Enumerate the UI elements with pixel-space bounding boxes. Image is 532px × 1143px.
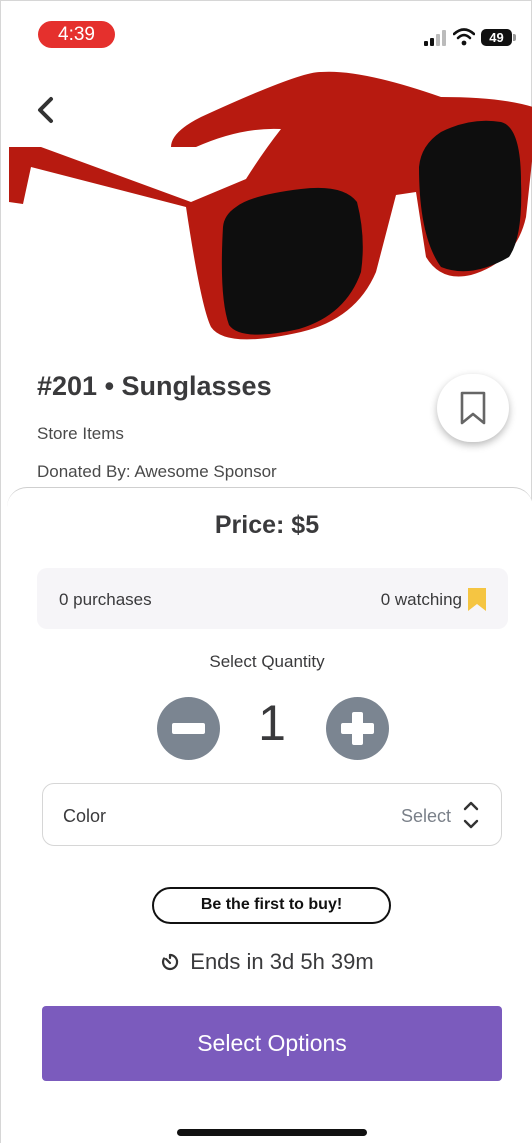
bookmark-icon [460,391,486,425]
minus-circle-icon [172,723,205,734]
quantity-value: 1 [258,695,286,751]
item-title: #201 • Sunglasses [37,371,272,401]
stats-box: 0 purchases 0 watching [37,568,508,629]
status-bar: 4:39 49 [1,1,532,57]
quantity-increase-button[interactable] [326,697,389,760]
wifi-icon [453,28,475,46]
first-buyer-badge: Be the first to buy! [152,887,391,924]
battery-nub [513,34,516,41]
select-options-button[interactable]: Select Options [42,1006,502,1081]
item-donor: Donated By: Awesome Sponsor [37,462,277,481]
item-category: Store Items [37,424,124,443]
cellular-signal-icon [424,30,446,46]
battery-indicator: 49 [481,29,512,46]
timer-icon [162,953,179,971]
back-button[interactable] [29,93,63,127]
chevron-up-down-icon [463,801,479,829]
bookmark-button[interactable] [437,374,509,442]
color-select-value: Select [400,806,451,826]
watching-count: 0 watching [380,590,462,609]
phone-screen: 4:39 49 #201 • Sunglasses Store Items Do… [0,0,532,1143]
plus-vertical-bar [352,712,363,745]
end-time-label: Ends in 3d 5h 39m [190,949,374,974]
color-select-label: Color [63,806,107,826]
end-time: Ends in 3d 5h 39m [1,949,532,978]
quantity-label: Select Quantity [209,652,325,671]
color-select[interactable]: Color Select [42,783,502,846]
quantity-decrease-button[interactable] [157,697,220,760]
price-label: Price: $5 [214,511,320,539]
purchases-count: 0 purchases [59,590,152,609]
home-indicator [177,1129,367,1136]
status-time: 4:39 [38,21,115,48]
item-image [9,71,532,340]
bookmark-filled-icon [468,588,486,611]
